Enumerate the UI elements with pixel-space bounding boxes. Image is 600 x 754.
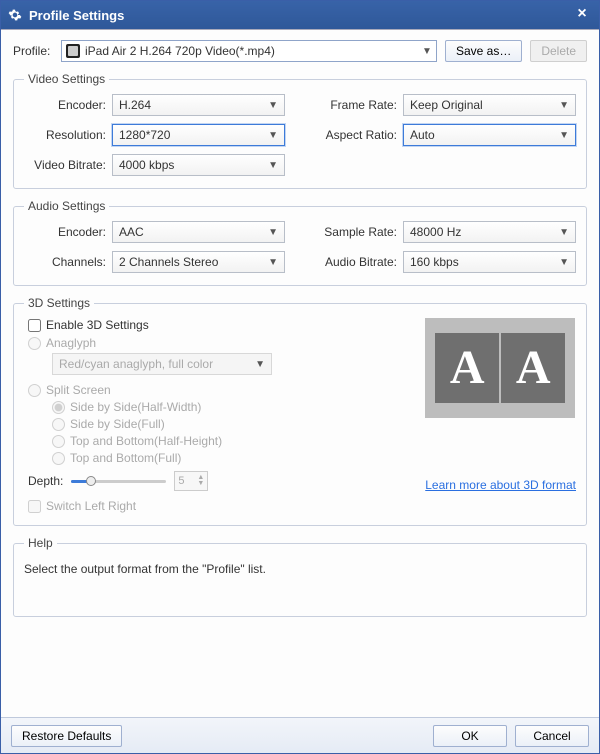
audio-legend: Audio Settings [24, 199, 109, 213]
split-screen-label: Split Screen [46, 383, 111, 397]
close-icon[interactable]: × [571, 5, 593, 25]
chevron-down-icon: ▼ [559, 257, 569, 268]
tb-half-radio [52, 435, 65, 448]
sample-rate-select[interactable]: 48000 Hz▼ [403, 221, 576, 243]
chevron-down-icon: ▼ [255, 359, 265, 370]
channels-label: Channels: [24, 255, 112, 269]
preview-right: A [501, 333, 565, 403]
resolution-select[interactable]: 1280*720▼ [112, 124, 285, 146]
sample-rate-label: Sample Rate: [315, 225, 403, 239]
delete-button: Delete [530, 40, 587, 62]
threed-preview: A A [425, 318, 575, 418]
resolution-label: Resolution: [24, 128, 112, 142]
aspect-ratio-label: Aspect Ratio: [315, 128, 403, 142]
depth-slider [71, 474, 166, 488]
depth-spinner: 5 ▲▼ [174, 471, 208, 491]
sbs-full-radio [52, 418, 65, 431]
device-icon [66, 44, 80, 58]
frame-rate-label: Frame Rate: [315, 98, 403, 112]
profile-label: Profile: [13, 44, 53, 58]
aspect-ratio-select[interactable]: Auto▼ [403, 124, 576, 146]
anaglyph-radio [28, 337, 41, 350]
cancel-button[interactable]: Cancel [515, 725, 589, 747]
chevron-down-icon: ▼ [268, 100, 278, 111]
channels-select[interactable]: 2 Channels Stereo▼ [112, 251, 285, 273]
audio-settings-group: Audio Settings Encoder: AAC▼ Sample Rate… [13, 199, 587, 286]
help-group: Help Select the output format from the "… [13, 536, 587, 617]
video-legend: Video Settings [24, 72, 109, 86]
chevron-down-icon: ▼ [268, 160, 278, 171]
profile-value: iPad Air 2 H.264 720p Video(*.mp4) [85, 44, 275, 58]
video-encoder-select[interactable]: H.264▼ [112, 94, 285, 116]
video-settings-group: Video Settings Encoder: H.264▼ Frame Rat… [13, 72, 587, 189]
threed-legend: 3D Settings [24, 296, 94, 310]
video-bitrate-label: Video Bitrate: [24, 158, 112, 172]
chevron-down-icon: ▼ [422, 46, 432, 57]
chevron-down-icon: ▼ [268, 130, 278, 141]
help-legend: Help [24, 536, 57, 550]
anaglyph-label: Anaglyph [46, 336, 96, 350]
audio-bitrate-select[interactable]: 160 kbps▼ [403, 251, 576, 273]
video-bitrate-select[interactable]: 4000 kbps▼ [112, 154, 285, 176]
audio-encoder-select[interactable]: AAC▼ [112, 221, 285, 243]
chevron-down-icon: ▼ [559, 227, 569, 238]
switch-lr-label: Switch Left Right [46, 499, 136, 513]
help-text: Select the output format from the "Profi… [24, 558, 576, 576]
footer: Restore Defaults OK Cancel [1, 717, 599, 753]
save-as-button[interactable]: Save as… [445, 40, 522, 62]
audio-bitrate-label: Audio Bitrate: [315, 255, 403, 269]
sbs-half-radio [52, 401, 65, 414]
ok-button[interactable]: OK [433, 725, 507, 747]
window-title: Profile Settings [29, 8, 124, 23]
restore-defaults-button[interactable]: Restore Defaults [11, 725, 122, 747]
switch-lr-checkbox [28, 500, 41, 513]
gear-icon [7, 7, 23, 23]
chevron-down-icon: ▼ [559, 100, 569, 111]
threed-settings-group: 3D Settings Enable 3D Settings Anaglyph … [13, 296, 587, 526]
profile-select[interactable]: iPad Air 2 H.264 720p Video(*.mp4) ▼ [61, 40, 437, 62]
split-screen-radio [28, 384, 41, 397]
learn-more-link[interactable]: Learn more about 3D format [425, 478, 576, 492]
enable-3d-label: Enable 3D Settings [46, 318, 149, 332]
chevron-down-icon: ▼ [559, 130, 569, 141]
enable-3d-checkbox[interactable] [28, 319, 41, 332]
frame-rate-select[interactable]: Keep Original▼ [403, 94, 576, 116]
audio-encoder-label: Encoder: [24, 225, 112, 239]
anaglyph-mode-select: Red/cyan anaglyph, full color▼ [52, 353, 272, 375]
depth-label: Depth: [28, 474, 63, 488]
video-encoder-label: Encoder: [24, 98, 112, 112]
chevron-down-icon: ▼ [268, 257, 278, 268]
title-bar: Profile Settings × [1, 1, 599, 29]
chevron-down-icon: ▼ [268, 227, 278, 238]
preview-left: A [435, 333, 499, 403]
tb-full-radio [52, 452, 65, 465]
